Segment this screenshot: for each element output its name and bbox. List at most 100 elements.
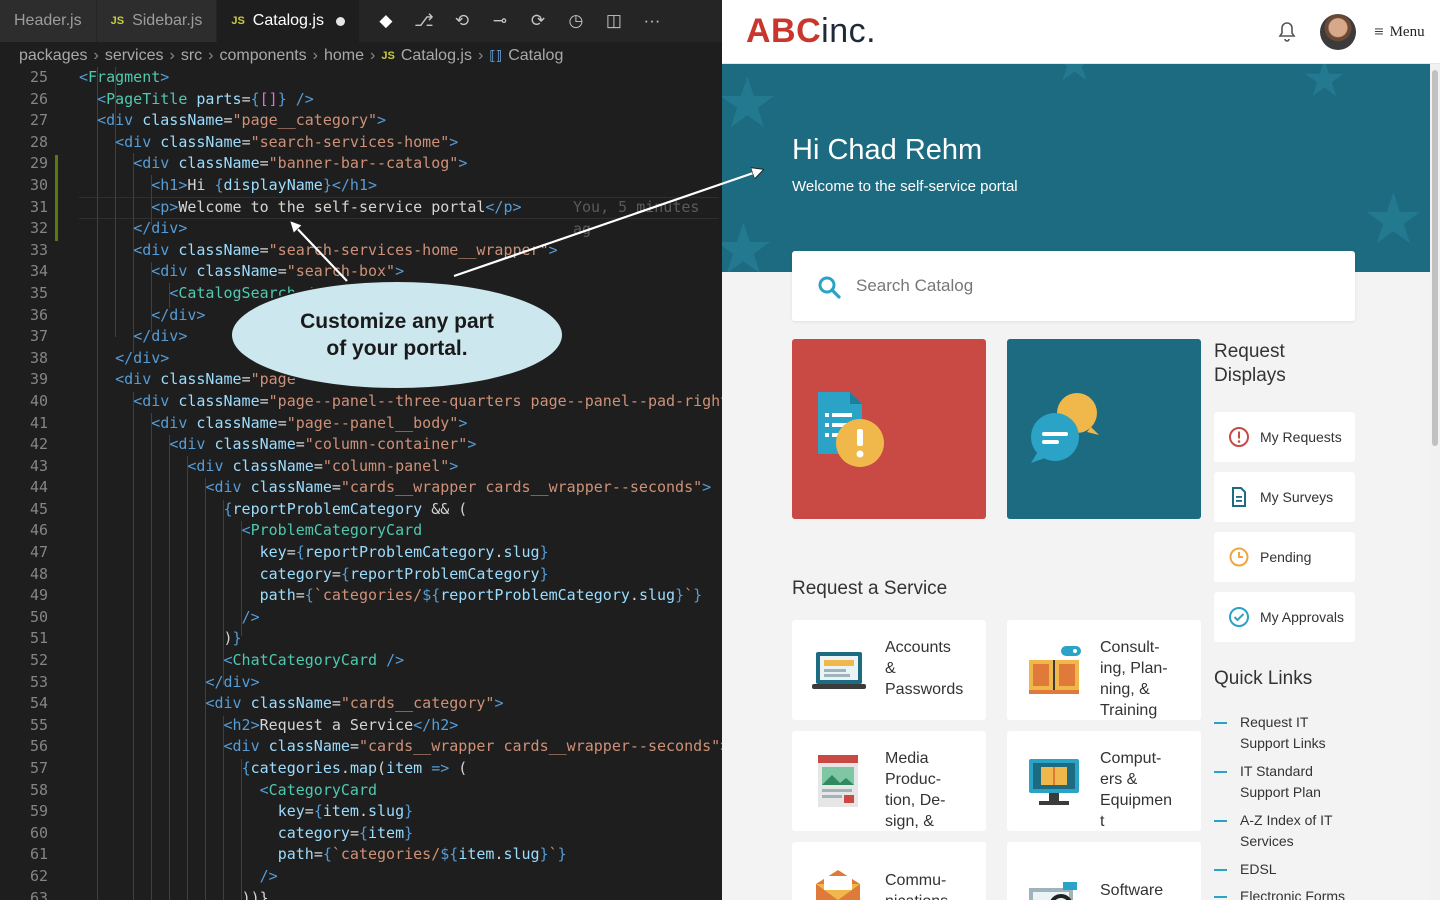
- code-line[interactable]: 42 <div className="column-container">: [0, 434, 722, 456]
- breadcrumb-item[interactable]: components: [220, 47, 307, 65]
- code-line[interactable]: 45 {reportProblemCategory && (: [0, 499, 722, 521]
- go-to-commit-icon[interactable]: ⊸: [490, 11, 510, 31]
- code-line[interactable]: 63 ))}: [0, 888, 722, 900]
- code-token: className: [250, 478, 332, 497]
- more-actions-icon[interactable]: ···: [642, 11, 662, 31]
- breadcrumb-item[interactable]: src: [181, 47, 202, 65]
- unsaved-dot-icon[interactable]: [335, 16, 345, 26]
- code-line[interactable]: 29 <div className="banner-bar--catalog">: [0, 153, 722, 175]
- my-approvals-button[interactable]: My Approvals: [1214, 592, 1355, 642]
- service-card-software[interactable]: Software: [1007, 842, 1201, 900]
- company-logo[interactable]: ABCinc.: [746, 12, 876, 51]
- code-line[interactable]: 54 <div className="cards__category">: [0, 693, 722, 715]
- editor-tab-bar: Header.js JS Sidebar.js JS Catalog.js ◆ ⎇ …: [0, 0, 722, 42]
- go-forward-icon[interactable]: ⟳: [528, 11, 548, 31]
- js-file-icon: JS: [110, 15, 125, 27]
- code-editor: Header.js JS Sidebar.js JS Catalog.js ◆ ⎇ …: [0, 0, 722, 900]
- service-card-computers[interactable]: Comput- ers & Equipmen t: [1007, 731, 1201, 831]
- code-line[interactable]: 46 <ProblemCategoryCard: [0, 520, 722, 542]
- menu-button[interactable]: ≡ Menu: [1374, 22, 1425, 42]
- code-token: >: [160, 68, 170, 86]
- quick-link[interactable]: Request IT Support Links: [1214, 712, 1364, 754]
- quick-link[interactable]: Electronic Forms: [1214, 886, 1364, 900]
- pending-button[interactable]: Pending: [1214, 532, 1355, 582]
- code-token: {: [322, 845, 332, 864]
- my-requests-button[interactable]: My Requests: [1214, 412, 1355, 462]
- code-line[interactable]: 58 <CategoryCard: [0, 780, 722, 802]
- code-line[interactable]: 60 category={item}: [0, 823, 722, 845]
- code-token: reportProblemCategory: [304, 543, 495, 562]
- code-line[interactable]: 30 <h1>Hi {displayName}</h1>: [0, 175, 722, 197]
- code-token: `categories/: [331, 845, 441, 864]
- code-line[interactable]: 51 )}: [0, 628, 722, 650]
- git-compare-icon[interactable]: ◆: [376, 11, 396, 31]
- breadcrumb-item[interactable]: services: [105, 47, 164, 65]
- tab-header-js[interactable]: Header.js: [0, 0, 97, 42]
- my-surveys-button[interactable]: My Surveys: [1214, 472, 1355, 522]
- code-line[interactable]: 62 />: [0, 866, 722, 888]
- breadcrumb-item[interactable]: packages: [19, 47, 88, 65]
- service-card-media[interactable]: Media Produc- tion, De- sign, & Duplicat…: [792, 731, 986, 831]
- scrollbar-thumb[interactable]: [1432, 70, 1438, 446]
- service-card-communications[interactable]: Commu- nications: [792, 842, 986, 900]
- breadcrumb-item[interactable]: Catalog.js: [401, 47, 472, 65]
- code-line[interactable]: 61 path={`categories/${item.slug}`}: [0, 844, 722, 866]
- toggle-blame-icon[interactable]: ◷: [566, 11, 586, 31]
- code-line[interactable]: 48 category={reportProblemCategory}: [0, 564, 722, 586]
- code-line[interactable]: 49 path={`categories/${reportProblemCate…: [0, 585, 722, 607]
- code-line[interactable]: 27 <div className="page__category">: [0, 110, 722, 132]
- report-problem-card[interactable]: [792, 339, 986, 519]
- code-line[interactable]: 55 <h2>Request a Service</h2>: [0, 715, 722, 737]
- code-line[interactable]: 44 <div className="cards__wrapper cards_…: [0, 477, 722, 499]
- quick-link[interactable]: A-Z Index of IT Services: [1214, 810, 1364, 852]
- code-line[interactable]: 43 <div className="column-panel">: [0, 456, 722, 478]
- code-line[interactable]: 59 key={item.slug}: [0, 801, 722, 823]
- code-line[interactable]: 56 <div className="cards__wrapper cards_…: [0, 736, 722, 758]
- chat-card[interactable]: [1007, 339, 1201, 519]
- open-changes-icon[interactable]: ⎇: [414, 11, 434, 31]
- code-token: .: [629, 586, 639, 605]
- code-line[interactable]: 33 <div className="search-services-home_…: [0, 240, 722, 262]
- code-line[interactable]: 41 <div className="page--panel__body">: [0, 413, 722, 435]
- tab-catalog-js[interactable]: JS Catalog.js: [217, 0, 360, 42]
- code-text: />: [79, 866, 278, 888]
- code-line[interactable]: 28 <div className="search-services-home"…: [0, 132, 722, 154]
- code-line[interactable]: 25 <Fragment>: [0, 67, 722, 89]
- split-editor-icon[interactable]: ◫: [604, 11, 624, 31]
- code-line[interactable]: 52 <ChatCategoryCard />: [0, 650, 722, 672]
- code-area[interactable]: 25 <Fragment> 26 <PageTitle parts={[]} /> 2…: [0, 67, 722, 900]
- search-box: [792, 251, 1355, 321]
- quick-link[interactable]: EDSL: [1214, 859, 1364, 880]
- code-token: />: [386, 651, 405, 670]
- code-token: key: [259, 543, 287, 562]
- code-token: <div: [223, 737, 260, 756]
- code-line[interactable]: 40 <div className="page--panel--three-qu…: [0, 391, 722, 413]
- tab-sidebar-js[interactable]: JS Sidebar.js: [96, 0, 218, 42]
- avatar[interactable]: [1320, 14, 1356, 50]
- code-text: <div className="search-services-home">: [79, 132, 458, 154]
- code-line[interactable]: 34 <div className="search-box">: [0, 261, 722, 283]
- code-line[interactable]: 57 {categories.map(item => (: [0, 758, 722, 780]
- code-line[interactable]: 53 </div>: [0, 672, 722, 694]
- breadcrumb-item[interactable]: home: [324, 47, 364, 65]
- search-input[interactable]: [856, 273, 1316, 299]
- code-token: {: [340, 564, 350, 583]
- go-back-icon[interactable]: ⟲: [452, 11, 472, 31]
- service-card-accounts[interactable]: Accounts & Passwords: [792, 620, 986, 720]
- code-line[interactable]: 50 />: [0, 607, 722, 629]
- code-line[interactable]: 47 key={reportProblemCategory.slug}: [0, 542, 722, 564]
- code-token: <div: [151, 413, 188, 432]
- quick-link[interactable]: IT Standard Support Plan: [1214, 761, 1364, 803]
- code-token: path: [277, 845, 314, 864]
- line-number: 51: [29, 629, 48, 648]
- code-line[interactable]: 26 <PageTitle parts={[]} />: [0, 89, 722, 111]
- service-card-consulting[interactable]: Consult- ing, Plan- ning, & Training: [1007, 620, 1201, 720]
- breadcrumb-item[interactable]: Catalog: [508, 47, 563, 65]
- bell-icon[interactable]: [1275, 20, 1299, 44]
- code-text: path={`categories/${reportProblemCategor…: [79, 585, 703, 607]
